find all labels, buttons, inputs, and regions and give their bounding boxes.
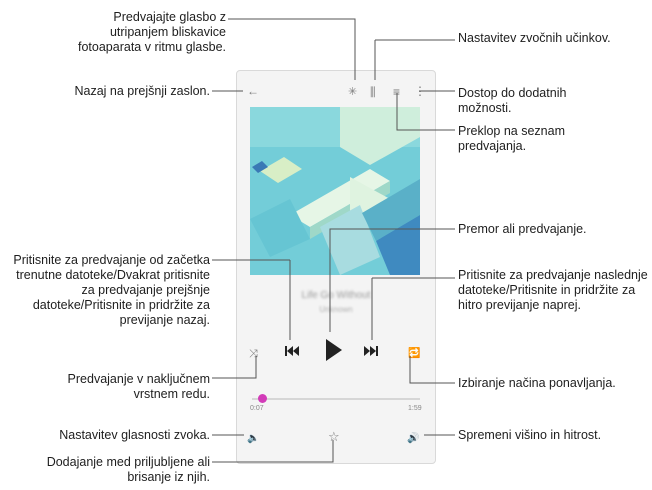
song-title: Life Go Without (301, 290, 371, 301)
favorite-star-icon[interactable]: ☆ (328, 430, 340, 443)
album-art (250, 107, 420, 275)
playlist-icon[interactable]: ≡ (393, 86, 400, 98)
equalizer-icon[interactable]: ⫼ (370, 86, 376, 98)
annotation-repeat: Izbiranje načina ponavljanja. (458, 376, 616, 390)
previous-icon[interactable] (285, 345, 299, 357)
back-arrow-icon[interactable]: ← (247, 85, 259, 97)
speed-pitch-icon[interactable]: 🔊 (407, 433, 419, 445)
annotation-play-pause: Premor ali predvajanje. (458, 222, 587, 236)
album-art-image (250, 107, 420, 275)
play-icon[interactable] (326, 339, 342, 361)
next-icon[interactable] (364, 345, 378, 357)
annotation-camera-flash: Predvajajte glasbo z utripanjem bliskavi… (78, 10, 226, 54)
music-player-screen: ← ✳ ⫼ ≡ ⋮ Life Go Without Unknown ⤨ 🔁 0:… (236, 70, 436, 464)
camera-flash-icon[interactable]: ✳ (348, 86, 357, 98)
more-options-icon[interactable]: ⋮ (414, 85, 426, 97)
progress-knob[interactable] (258, 394, 268, 403)
elapsed-time: 0:07 (250, 405, 264, 412)
annotation-previous: Pritisnite za predvajanje od začetka tre… (13, 253, 210, 327)
annotation-shuffle: Predvajanje v naključnem vrstnem redu. (67, 372, 210, 401)
shuffle-icon[interactable]: ⤨ (249, 348, 258, 360)
total-time: 1:59 (408, 405, 422, 412)
progress-track[interactable] (252, 398, 420, 400)
annotation-speed: Spremeni višino in hitrost. (458, 428, 602, 442)
annotation-playlist: Preklop na seznam predvajanja. (458, 124, 566, 153)
annotation-favorite: Dodajanje med priljubljene ali brisanje … (46, 455, 210, 484)
annotation-next: Pritisnite za predvajanje naslednje dato… (458, 268, 648, 312)
annotation-volume: Nastavitev glasnosti zvoka. (59, 428, 210, 442)
repeat-icon[interactable]: 🔁 (408, 348, 420, 360)
volume-icon[interactable]: 🔈 (247, 433, 259, 445)
annotation-more-options: Dostop do dodatnih možnosti. (458, 86, 567, 115)
annotation-back: Nazaj na prejšnji zaslon. (74, 84, 211, 98)
song-artist: Unknown (319, 305, 353, 314)
annotation-sound-effects: Nastavitev zvočnih učinkov. (458, 31, 611, 45)
